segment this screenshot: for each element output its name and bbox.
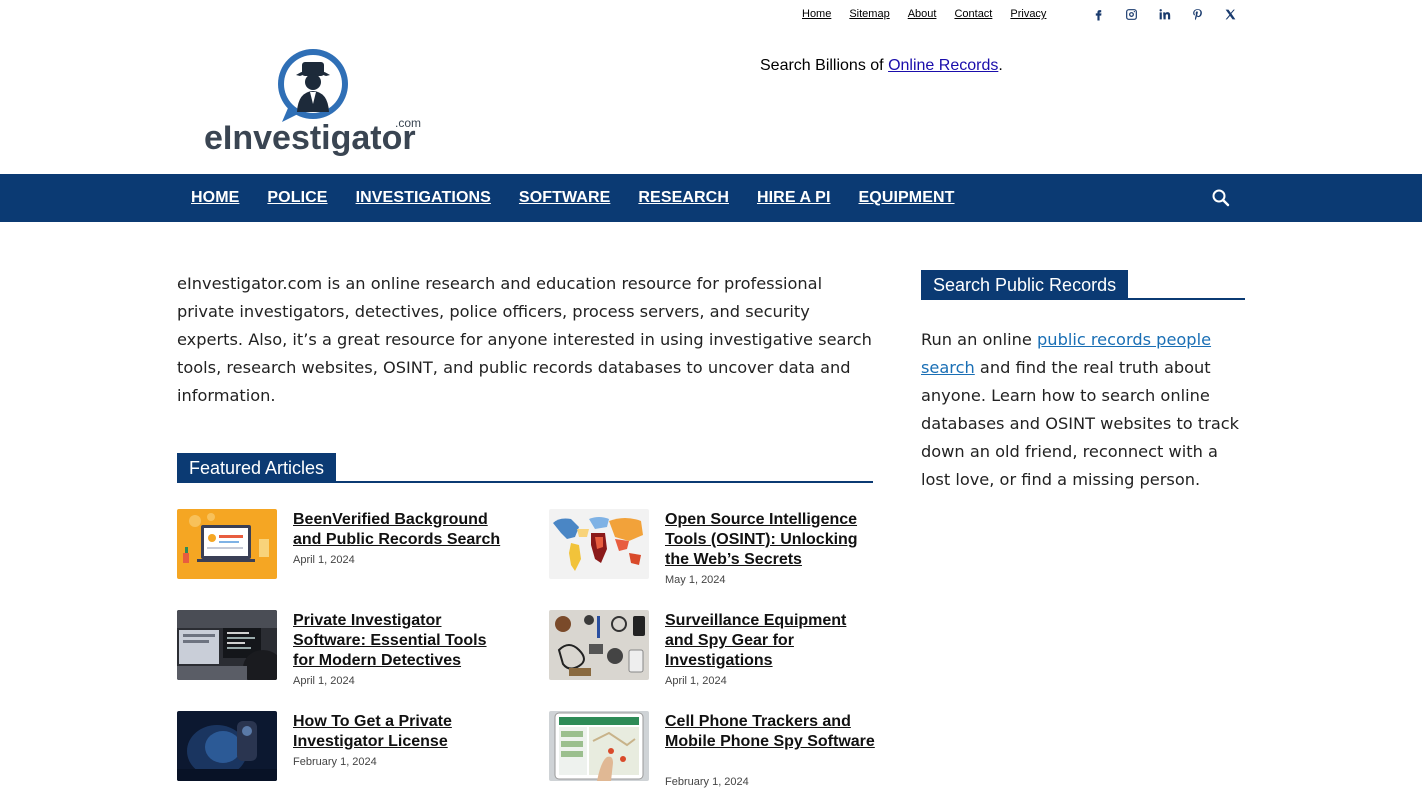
article-thumbnail[interactable] [549, 509, 649, 579]
top-link-sitemap[interactable]: Sitemap [849, 8, 889, 20]
instagram-icon[interactable] [1121, 5, 1141, 23]
pinterest-icon[interactable] [1187, 5, 1207, 23]
tagline-suffix: . [998, 57, 1003, 74]
article-thumbnail[interactable] [549, 610, 649, 680]
article-date: February 1, 2024 [293, 756, 377, 768]
article-date: February 1, 2024 [665, 776, 749, 788]
article-title[interactable]: BeenVerified Background and Public Recor… [293, 510, 507, 550]
sidebar-text-before: Run an online [921, 330, 1038, 349]
nav-home[interactable]: HOME [191, 189, 239, 207]
nav-hire-a-pi[interactable]: HIRE A PI [757, 189, 831, 207]
main-nav: HOME POLICE INVESTIGATIONS SOFTWARE RESE… [0, 174, 1422, 222]
sidebar-text: Run an online public records people sear… [921, 326, 1245, 494]
article-date: April 1, 2024 [293, 554, 355, 566]
article-date: April 1, 2024 [293, 675, 355, 687]
intro-paragraph: eInvestigator.com is an online research … [177, 274, 872, 405]
featured-articles-heading: Featured Articles [177, 453, 873, 483]
sidebar-text-after: and find the real truth about anyone. Le… [921, 358, 1240, 489]
search-public-records-heading: Search Public Records [921, 270, 1245, 300]
article-thumbnail[interactable] [177, 509, 277, 579]
nav-equipment[interactable]: EQUIPMENT [859, 189, 955, 207]
article-thumbnail[interactable] [177, 711, 277, 781]
top-link-about[interactable]: About [908, 8, 937, 20]
top-link-contact[interactable]: Contact [954, 8, 992, 20]
article-thumbnail[interactable] [549, 711, 649, 781]
linkedin-icon[interactable] [1154, 5, 1174, 23]
top-link-privacy[interactable]: Privacy [1010, 8, 1046, 20]
nav-police[interactable]: POLICE [267, 189, 327, 207]
x-icon[interactable] [1220, 5, 1240, 23]
article-date: May 1, 2024 [665, 574, 726, 586]
top-link-home[interactable]: Home [802, 8, 831, 20]
logo-suffix: .com [395, 116, 421, 130]
search-icon[interactable] [1211, 188, 1231, 208]
top-bar: Home Sitemap About Contact Privacy [0, 0, 1422, 30]
nav-software[interactable]: SOFTWARE [519, 189, 610, 207]
nav-research[interactable]: RESEARCH [638, 189, 729, 207]
article-thumbnail[interactable] [177, 610, 277, 680]
article-title[interactable]: Open Source Intelligence Tools (OSINT): … [665, 510, 879, 570]
facebook-icon[interactable] [1088, 5, 1108, 23]
header-tagline: Search Billions of Online Records. [760, 57, 1003, 75]
top-links: Home Sitemap About Contact Privacy [802, 8, 1064, 20]
logo-text: eInvestigator [204, 119, 416, 157]
social-links [1088, 5, 1253, 23]
article-title[interactable]: Private Investigator Software: Essential… [293, 611, 507, 671]
article-title[interactable]: Cell Phone Trackers and Mobile Phone Spy… [665, 712, 879, 752]
tagline-prefix: Search Billions of [760, 57, 889, 74]
online-records-link[interactable]: Online Records [888, 57, 998, 74]
article-title[interactable]: Surveillance Equipment and Spy Gear for … [665, 611, 879, 671]
site-logo[interactable]: eInvestigator .com [202, 46, 424, 160]
nav-investigations[interactable]: INVESTIGATIONS [356, 189, 491, 207]
article-date: April 1, 2024 [665, 675, 727, 687]
article-title[interactable]: How To Get a Private Investigator Licens… [293, 712, 507, 752]
